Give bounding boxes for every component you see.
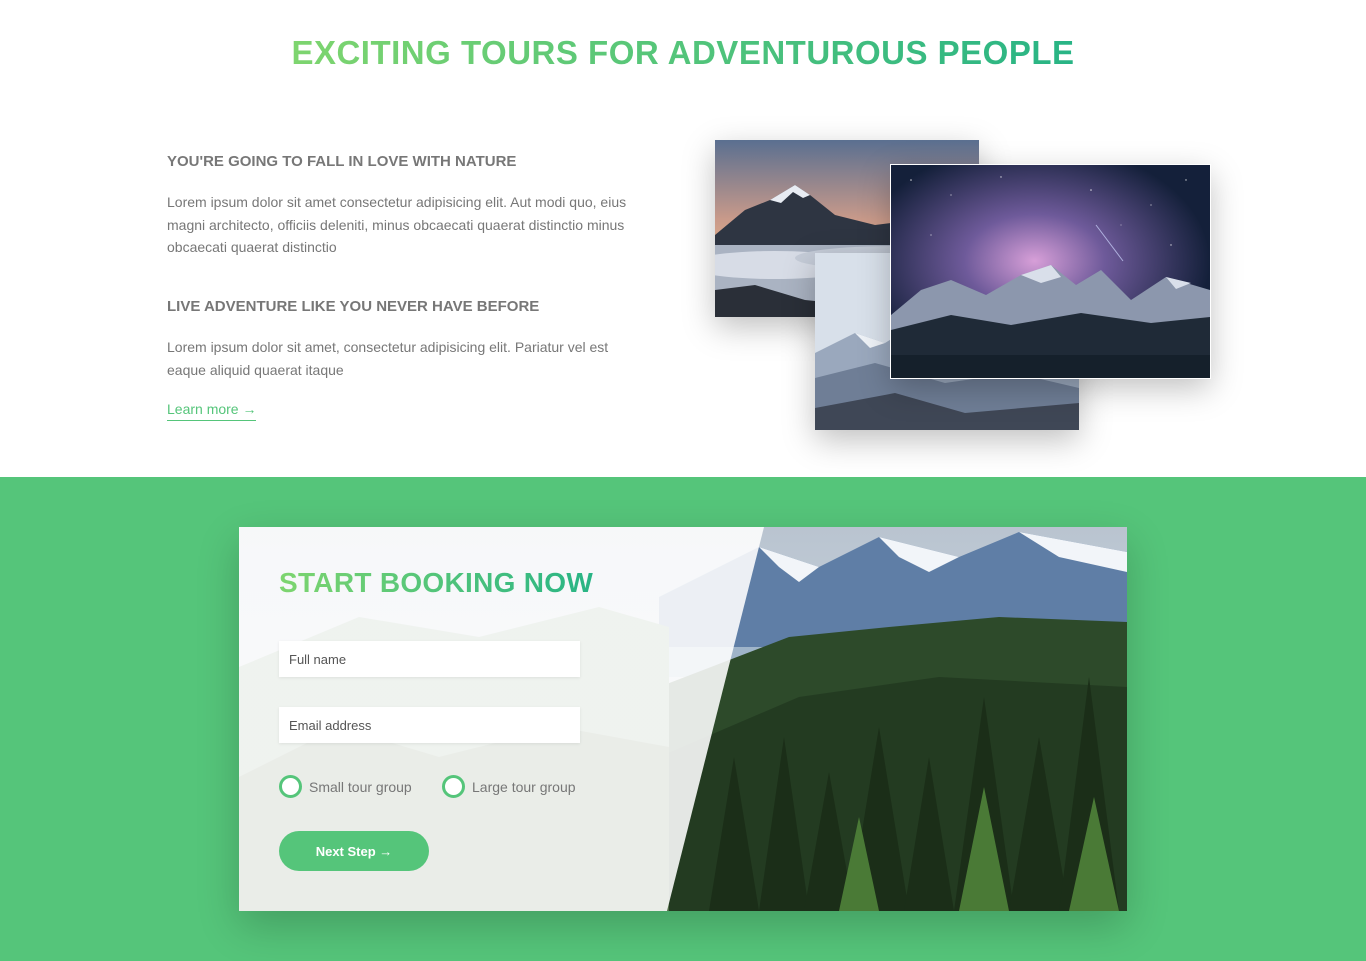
radio-circle[interactable] xyxy=(279,775,302,798)
full-name-input[interactable] xyxy=(279,641,580,677)
about-heading-1: YOU'RE GOING TO FALL IN LOVE WITH NATURE xyxy=(167,153,517,170)
booking-title-text: START BOOKING NOW xyxy=(279,567,594,598)
section-title: EXCITING TOURS FOR ADVENTUROUS PEOPLE xyxy=(0,34,1366,72)
learn-more-link[interactable]: Learn more → xyxy=(167,399,257,421)
about-paragraph-1: Lorem ipsum dolor sit amet consectetur a… xyxy=(167,194,627,255)
photo-milky-way[interactable] xyxy=(890,164,1211,379)
email-input[interactable] xyxy=(279,707,580,743)
radio-large-tour-group[interactable]: Large tour group xyxy=(442,775,576,798)
section-title-text: EXCITING TOURS FOR ADVENTUROUS PEOPLE xyxy=(291,34,1075,71)
radio-circle[interactable] xyxy=(442,775,465,798)
about-heading-2: LIVE ADVENTURE LIKE YOU NEVER HAVE BEFOR… xyxy=(167,298,540,315)
radio-label-small: Small tour group xyxy=(309,778,412,795)
booking-title: START BOOKING NOW xyxy=(279,567,593,599)
booking-card: START BOOKING NOW Small tour group Large… xyxy=(239,527,1127,911)
radio-small-tour-group[interactable]: Small tour group xyxy=(279,775,412,798)
radio-label-large: Large tour group xyxy=(472,778,576,795)
next-step-button[interactable]: Next Step → xyxy=(279,831,429,871)
about-paragraph-2: Lorem ipsum dolor sit amet, consectetur … xyxy=(167,339,609,378)
